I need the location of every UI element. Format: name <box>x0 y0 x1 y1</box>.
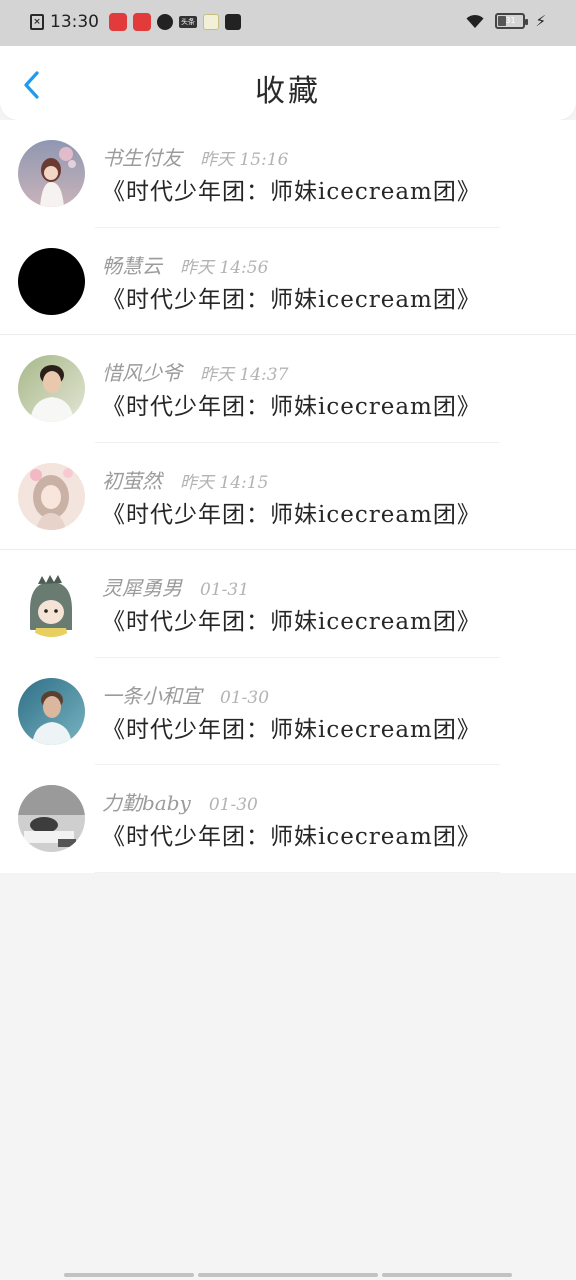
author-name[interactable]: 初萤然 <box>102 465 162 494</box>
avatar[interactable] <box>18 462 85 530</box>
status-bar: × 13:30 头条 31 ⚡ <box>0 0 576 46</box>
status-right: 31 ⚡ <box>465 12 546 30</box>
app-icon-red-2 <box>133 13 151 31</box>
item-meta: 初萤然 昨天 14:15 <box>102 465 268 494</box>
item-timestamp: 昨天 15:16 <box>200 150 289 170</box>
item-title[interactable]: 《时代少年团：师妹icecream团》 <box>102 817 481 851</box>
favorite-item[interactable]: 灵犀勇男 01-31 《时代少年团：师妹icecream团》 <box>0 550 576 658</box>
item-meta: 惜风少爷 昨天 14:37 <box>102 357 288 386</box>
sim-card-icon: × <box>30 14 44 30</box>
avatar[interactable] <box>18 140 85 207</box>
item-timestamp: 01-30 <box>220 687 270 708</box>
item-meta: 一条小和宜 01-30 <box>102 680 269 709</box>
status-time: 13:30 <box>50 12 99 32</box>
navigation-handle[interactable] <box>64 1273 512 1277</box>
author-name[interactable]: 一条小和宜 <box>102 680 202 709</box>
toutiao-label: 头条 <box>181 18 195 26</box>
avatar[interactable] <box>18 247 85 315</box>
item-meta: 畅慧云 昨天 14:56 <box>102 250 268 279</box>
item-title[interactable]: 《时代少年团：师妹icecream团》 <box>102 495 481 529</box>
page-title: 收藏 <box>255 74 321 109</box>
item-title[interactable]: 《时代少年团：师妹icecream团》 <box>102 602 481 636</box>
item-meta: 书生付友 昨天 15:16 <box>102 142 288 171</box>
item-title[interactable]: 《时代少年团：师妹icecream团》 <box>102 280 481 314</box>
divider <box>95 871 500 873</box>
item-meta: 力勤baby 01-30 <box>102 787 258 816</box>
item-timestamp: 昨天 14:56 <box>180 257 269 278</box>
author-name[interactable]: 畅慧云 <box>102 250 162 279</box>
battery-label: 31 <box>505 16 516 25</box>
author-name[interactable]: 灵犀勇男 <box>102 572 182 601</box>
battery-icon: 31 <box>495 13 529 29</box>
app-icon-yellow <box>203 14 219 30</box>
nav-handle-segment <box>382 1273 512 1277</box>
status-left: × 13:30 头条 <box>30 12 241 32</box>
item-timestamp: 昨天 14:15 <box>180 472 269 493</box>
nav-handle-segment <box>64 1273 194 1277</box>
author-name[interactable]: 惜风少爷 <box>102 357 182 386</box>
header: 收藏 <box>0 46 576 120</box>
avatar[interactable] <box>18 355 85 422</box>
item-meta: 灵犀勇男 01-31 <box>102 572 249 601</box>
wifi-icon <box>466 14 484 28</box>
favorites-list: 书生付友 昨天 15:16 《时代少年团：师妹icecream团》 畅慧云 昨天 14:… <box>0 120 576 873</box>
item-timestamp: 昨天 14:37 <box>200 365 289 385</box>
nav-handle-segment <box>198 1273 378 1277</box>
favorite-item[interactable]: 初萤然 昨天 14:15 《时代少年团：师妹icecream团》 <box>0 443 576 550</box>
app-icon-bag <box>225 14 241 30</box>
favorite-item[interactable]: 惜风少爷 昨天 14:37 《时代少年团：师妹icecream团》 <box>0 335 576 443</box>
item-title[interactable]: 《时代少年团：师妹icecream团》 <box>102 387 481 421</box>
app-icon-red-1 <box>109 13 127 31</box>
item-title[interactable]: 《时代少年团：师妹icecream团》 <box>102 710 481 744</box>
item-title[interactable]: 《时代少年团：师妹icecream团》 <box>102 172 481 206</box>
author-name[interactable]: 力勤baby <box>102 787 191 816</box>
avatar[interactable] <box>18 785 85 852</box>
avatar[interactable] <box>18 677 85 745</box>
favorite-item[interactable]: 力勤baby 01-30 《时代少年团：师妹icecream团》 <box>0 765 576 873</box>
author-name[interactable]: 书生付友 <box>102 142 182 171</box>
avatar[interactable] <box>18 570 85 637</box>
app-icon-circle <box>157 14 173 30</box>
favorite-item[interactable]: 书生付友 昨天 15:16 《时代少年团：师妹icecream团》 <box>0 120 576 228</box>
favorite-item[interactable]: 一条小和宜 01-30 《时代少年团：师妹icecream团》 <box>0 658 576 765</box>
item-timestamp: 01-31 <box>200 580 250 600</box>
item-timestamp: 01-30 <box>208 795 258 815</box>
app-icon-toutiao: 头条 <box>179 16 197 28</box>
favorite-item[interactable]: 畅慧云 昨天 14:56 《时代少年团：师妹icecream团》 <box>0 228 576 335</box>
charging-icon: ⚡ <box>535 12 546 30</box>
